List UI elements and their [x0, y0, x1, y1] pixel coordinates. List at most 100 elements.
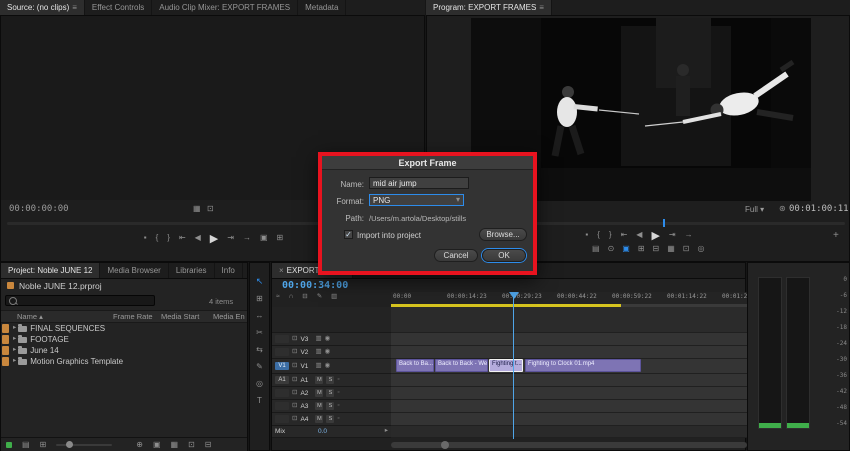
- slip-tool-icon[interactable]: ⇆: [256, 346, 263, 354]
- solo-toggle[interactable]: S: [326, 376, 335, 384]
- timeline-scrollbar[interactable]: [391, 441, 747, 449]
- keyframe-nav-icon[interactable]: ▸: [385, 428, 388, 435]
- name-input[interactable]: [369, 177, 469, 189]
- solo-toggle[interactable]: S: [326, 402, 335, 410]
- mute-toggle[interactable]: M: [315, 389, 324, 397]
- playhead-head[interactable]: [509, 292, 519, 299]
- timeline-clip[interactable]: Back to Ba...: [396, 359, 434, 372]
- column-frame-rate[interactable]: Frame Rate: [113, 312, 153, 321]
- hand-tool-icon[interactable]: ◎: [256, 380, 263, 388]
- eye-icon[interactable]: ◉: [325, 362, 331, 370]
- lock-icon[interactable]: ⊡: [292, 402, 297, 410]
- track-header-a4[interactable]: ⊡ A4 M S ◦: [272, 413, 391, 426]
- button-editor-plus-icon[interactable]: +: [833, 231, 839, 241]
- label-color-chip[interactable]: [2, 357, 9, 366]
- sync-lock-icon[interactable]: ▥: [315, 348, 321, 356]
- tab-program[interactable]: Program: EXPORT FRAMES ≡: [426, 0, 552, 15]
- insert-icon[interactable]: ▣: [260, 234, 268, 242]
- lock-icon[interactable]: ⊡: [292, 348, 297, 356]
- zoom-slider[interactable]: [56, 440, 113, 448]
- close-icon[interactable]: ×: [279, 266, 284, 275]
- source-patch-empty[interactable]: [275, 415, 289, 423]
- track-header-v2[interactable]: ⊡ V2 ▥ ◉: [272, 346, 391, 359]
- track-header-v3[interactable]: ⊡ V3 ▥ ◉: [272, 333, 391, 346]
- automate-sequence-icon[interactable]: ⊕: [136, 440, 143, 449]
- export-frame-icon[interactable]: ▣: [622, 245, 630, 253]
- tab-effect-controls[interactable]: Effect Controls: [85, 0, 153, 15]
- track-select-tool-icon[interactable]: ⊞: [256, 295, 263, 303]
- cancel-button[interactable]: Cancel: [434, 249, 478, 262]
- timeline-clip[interactable]: Fighting to Clock 01.mp4: [525, 359, 641, 372]
- mute-toggle[interactable]: M: [315, 402, 324, 410]
- disclosure-icon[interactable]: ▸: [13, 347, 16, 354]
- source-patch-empty[interactable]: [275, 389, 289, 397]
- panel-menu-icon[interactable]: ≡: [539, 3, 544, 12]
- wrench-settings-icon[interactable]: ⊛: [779, 205, 786, 213]
- add-marker-icon[interactable]: ▪: [144, 234, 147, 242]
- go-to-out-icon[interactable]: →: [243, 234, 251, 242]
- lock-icon[interactable]: ⊡: [292, 335, 297, 343]
- step-forward-icon[interactable]: ⇥: [669, 231, 676, 239]
- safe-margins-icon[interactable]: ⊟: [653, 245, 660, 253]
- mute-toggle[interactable]: M: [315, 376, 324, 384]
- step-forward-icon[interactable]: ⇥: [227, 234, 234, 242]
- selection-tool-icon[interactable]: ↖: [256, 277, 264, 286]
- column-media-end[interactable]: Media En: [213, 312, 245, 321]
- nest-toggle-icon[interactable]: ≈: [276, 293, 280, 301]
- proxy-toggle-icon[interactable]: ⊡: [683, 245, 690, 253]
- go-to-out-icon[interactable]: →: [685, 231, 693, 239]
- solo-toggle[interactable]: S: [326, 389, 335, 397]
- program-scrub-playhead[interactable]: [663, 219, 665, 227]
- voiceover-record-icon[interactable]: ◦: [337, 376, 339, 384]
- track-header-a1[interactable]: A1 ⊡ A1 M S ◦: [272, 374, 391, 387]
- sync-lock-icon[interactable]: ▥: [315, 335, 321, 343]
- format-select[interactable]: PNG ▾: [369, 194, 464, 206]
- source-patch-a1[interactable]: A1: [275, 376, 289, 384]
- go-to-in-icon[interactable]: ⇤: [621, 231, 628, 239]
- new-item-icon[interactable]: ⊡: [188, 440, 195, 449]
- add-marker-icon[interactable]: ✎: [317, 293, 322, 301]
- settings-icon[interactable]: ⊡: [207, 205, 214, 213]
- go-to-in-icon[interactable]: ⇤: [179, 234, 186, 242]
- voiceover-record-icon[interactable]: ◦: [337, 415, 339, 423]
- table-row[interactable]: ▸ Motion Graphics Template: [1, 356, 249, 367]
- multi-camera-icon[interactable]: ▦: [667, 245, 675, 253]
- timeline-timecode[interactable]: 00:00:34:00: [282, 280, 348, 291]
- import-checkbox[interactable]: ✓: [344, 230, 353, 239]
- disclosure-icon[interactable]: ▸: [13, 358, 16, 365]
- overwrite-icon[interactable]: ⊞: [277, 234, 284, 242]
- zoom-slider-handle[interactable]: [66, 440, 74, 448]
- tab-media-browser[interactable]: Media Browser: [100, 263, 169, 278]
- track-lane-a3[interactable]: [391, 400, 747, 413]
- voiceover-record-icon[interactable]: ◦: [337, 402, 339, 410]
- snap-icon[interactable]: ∩: [289, 293, 294, 301]
- tab-metadata[interactable]: Metadata: [298, 0, 347, 15]
- panel-menu-icon[interactable]: ≡: [72, 3, 77, 12]
- tab-libraries[interactable]: Libraries: [169, 263, 215, 278]
- timeline-clip-selected[interactable]: Fighting t...: [489, 359, 523, 372]
- lift-icon[interactable]: ▤: [592, 245, 600, 253]
- timeline-clip[interactable]: Back to Back - Web...: [435, 359, 488, 372]
- column-media-start[interactable]: Media Start: [161, 312, 199, 321]
- solo-toggle[interactable]: S: [326, 415, 335, 423]
- disclosure-icon[interactable]: ▸: [13, 325, 16, 332]
- ok-button[interactable]: OK: [482, 249, 526, 262]
- mute-toggle[interactable]: M: [315, 415, 324, 423]
- master-volume-value[interactable]: 0.0: [318, 428, 327, 435]
- source-patch-empty[interactable]: [275, 348, 289, 356]
- zoom-level-select[interactable]: Full ▾: [745, 205, 764, 214]
- icon-view-icon[interactable]: ⊞: [40, 440, 47, 449]
- table-row[interactable]: ▸ FOOTAGE: [1, 334, 249, 345]
- column-name[interactable]: Name ▴: [17, 312, 43, 321]
- ripple-edit-tool-icon[interactable]: ↔: [256, 312, 264, 320]
- track-header-a2[interactable]: ⊡ A2 M S ◦: [272, 387, 391, 400]
- source-patch-empty[interactable]: [275, 335, 289, 343]
- play-icon[interactable]: ▶: [651, 229, 659, 242]
- voiceover-record-icon[interactable]: ◦: [337, 389, 339, 397]
- lock-icon[interactable]: ⊡: [292, 362, 297, 370]
- track-lane-v2[interactable]: [391, 346, 747, 359]
- pen-tool-icon[interactable]: ✎: [256, 363, 263, 371]
- playhead-line[interactable]: [513, 294, 514, 439]
- grid-view-icon[interactable]: ▦: [193, 205, 201, 213]
- play-icon[interactable]: ▶: [210, 232, 218, 245]
